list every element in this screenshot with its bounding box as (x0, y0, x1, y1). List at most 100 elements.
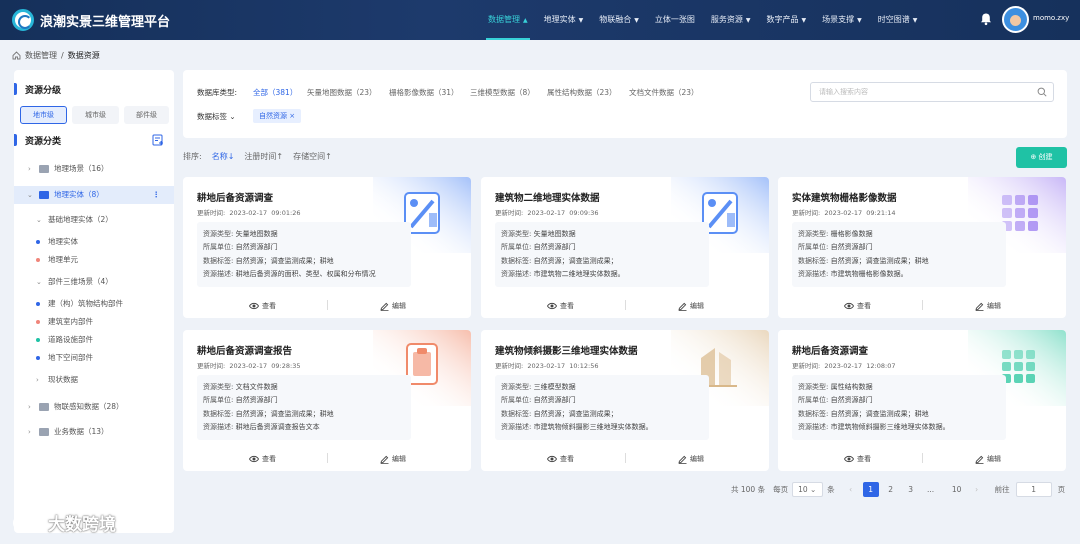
tree-item-iot-data[interactable]: › 物联感知数据（28） (14, 398, 174, 416)
tree-item-building-structure[interactable]: 建（构）筑物结构部件 (14, 295, 174, 313)
db-type-all[interactable]: 全部（381） (253, 87, 297, 98)
page-3[interactable]: 3 (903, 482, 919, 497)
view-button[interactable]: 查看 (249, 301, 276, 311)
page-2[interactable]: 2 (883, 482, 899, 497)
nav-geo-entity[interactable]: 地理实体 ▼ (536, 0, 592, 40)
view-button[interactable]: 查看 (547, 301, 574, 311)
edit-button[interactable]: 编辑 (678, 454, 704, 464)
card-title[interactable]: 建筑物倾斜摄影三维地理实体数据 (495, 343, 638, 357)
prev-page[interactable]: ‹ (843, 482, 859, 497)
sort-by-register-time[interactable]: 注册时间↑ (244, 151, 283, 162)
tree-item-component-scene[interactable]: ⌄ 部件三维场景（4） (14, 273, 174, 291)
card-updated: 更新时间: 2023-02-17 09:28:35 (197, 362, 301, 370)
card-title[interactable]: 建筑物二维地理实体数据 (495, 190, 600, 204)
create-button[interactable]: ⊕ 创建 (1016, 147, 1067, 168)
db-type-raster[interactable]: 栅格影像数据（31） (389, 87, 459, 98)
tree-item-geo-scene[interactable]: › 地理场景（16） (14, 160, 174, 178)
chevron-right-icon: › (28, 428, 31, 436)
logo-icon (12, 9, 34, 31)
tree-item-geo-unit[interactable]: 地理单元 (14, 251, 174, 269)
db-type-3d-model[interactable]: 三维模型数据（8） (470, 87, 535, 98)
data-tag-dropdown[interactable]: 数据标签 ⌄ (197, 111, 236, 122)
card-title[interactable]: 耕地后备资源调查 (792, 343, 868, 357)
edit-button[interactable]: 编辑 (678, 301, 704, 311)
tree-item-geo-entity[interactable]: ⌄ 地理实体（8） ⋮ (14, 186, 174, 204)
sort-by-storage[interactable]: 存储空间↑ (293, 151, 332, 162)
search-input[interactable] (811, 83, 1021, 101)
resource-card[interactable]: 耕地后备资源调查报告 更新时间: 2023-02-17 09:28:35 资源类型:… (183, 330, 471, 471)
nav-data-management[interactable]: 数据管理 ▲ (480, 0, 536, 40)
per-page-unit: 条 (827, 485, 835, 494)
chevron-down-icon: ▼ (801, 17, 807, 24)
avatar[interactable] (1002, 6, 1029, 33)
resource-card[interactable]: 实体建筑物栅格影像数据 更新时间: 2023-02-17 09:21:14 资源类型… (778, 177, 1066, 318)
card-updated: 更新时间: 2023-02-17 09:09:36 (495, 209, 599, 217)
next-page[interactable]: › (969, 482, 985, 497)
card-updated: 更新时间: 2023-02-17 09:21:14 (792, 209, 896, 217)
eye-icon (249, 302, 259, 310)
tree-item-basic-geo-entity[interactable]: ⌄ 基础地理实体（2） (14, 211, 174, 229)
level-town[interactable]: 城市级 (72, 106, 119, 124)
edit-button[interactable]: 编辑 (975, 301, 1001, 311)
page-unit: 页 (1057, 485, 1066, 494)
page-1[interactable]: 1 (862, 482, 879, 497)
goto-label: 前往 (994, 485, 1010, 494)
nav-spatiotemporal-graph[interactable]: 时空图谱 ▼ (870, 0, 926, 40)
tag-chip[interactable]: 自然资源 × (253, 109, 302, 123)
level-component[interactable]: 部件级 (124, 106, 169, 124)
add-category-icon[interactable] (152, 134, 164, 146)
view-button[interactable]: 查看 (249, 454, 276, 464)
db-type-vector[interactable]: 矢量地图数据（23） (307, 87, 377, 98)
nav-3d-map[interactable]: 立体一张图 (647, 0, 703, 40)
goto-input[interactable]: 1 (1015, 482, 1052, 497)
eye-icon (547, 302, 557, 310)
tree-item-geo-entity-leaf[interactable]: 地理实体 (14, 233, 174, 251)
view-button[interactable]: 查看 (547, 454, 574, 464)
resource-card[interactable]: 耕地后备资源调查 更新时间: 2023-02-17 12:08:07 资源类型: 属… (778, 330, 1066, 471)
search-box (810, 82, 1054, 102)
edit-button[interactable]: 编辑 (380, 454, 406, 464)
page-10[interactable]: 10 (949, 482, 965, 497)
resource-card[interactable]: 耕地后备资源调查 更新时间: 2023-02-17 09:01:26 资源类型: 矢… (183, 177, 471, 318)
chevron-down-icon: ▼ (857, 17, 862, 24)
edit-button[interactable]: 编辑 (975, 454, 1001, 464)
resource-card[interactable]: 建筑物二维地理实体数据 更新时间: 2023-02-17 09:09:36 资源类型… (481, 177, 769, 318)
resource-card[interactable]: 建筑物倾斜摄影三维地理实体数据 更新时间: 2023-02-17 10:12:56… (481, 330, 769, 471)
per-page-select[interactable]: 10 ⌄ (792, 482, 824, 497)
nav-service-resources[interactable]: 服务资源 ▼ (703, 0, 759, 40)
close-icon[interactable]: × (289, 112, 295, 120)
username[interactable]: momo.zxy (1033, 14, 1069, 22)
db-type-attribute[interactable]: 属性结构数据（23） (547, 87, 617, 98)
nav-scene-support[interactable]: 场景支撑 ▼ (814, 0, 870, 40)
db-type-document[interactable]: 文档文件数据（23） (629, 87, 699, 98)
chevron-down-icon: ▼ (634, 17, 639, 24)
sort-by-name[interactable]: 名称↓ (212, 151, 235, 162)
chevron-down-icon: ▼ (578, 17, 584, 24)
card-info: 资源类型: 三维模型数据 所属单位: 自然资源部门 数据标签: 自然资源；调查监测成… (495, 375, 709, 440)
nav-iot-fusion[interactable]: 物联融合 ▼ (591, 0, 647, 40)
more-icon[interactable]: ⋮ (153, 186, 161, 204)
breadcrumb: 数据管理 / 数据资源 (12, 50, 100, 61)
edit-icon (678, 302, 687, 311)
card-title[interactable]: 耕地后备资源调查报告 (197, 343, 292, 357)
chevron-right-icon: › (28, 165, 31, 173)
tree-item-road-facility[interactable]: 道路设施部件 (14, 331, 174, 349)
level-city[interactable]: 地市级 (20, 106, 67, 124)
edit-icon (678, 455, 687, 464)
watermark-logo-icon (13, 514, 38, 531)
tree-item-current-data[interactable]: › 现状数据 (14, 371, 174, 389)
view-button[interactable]: 查看 (844, 301, 871, 311)
card-title[interactable]: 实体建筑物栅格影像数据 (792, 190, 897, 204)
tree-item-building-indoor[interactable]: 建筑室内部件 (14, 313, 174, 331)
view-button[interactable]: 查看 (844, 454, 871, 464)
breadcrumb-home[interactable]: 数据管理 (25, 50, 57, 61)
bell-icon[interactable] (979, 12, 993, 26)
nav-digital-products[interactable]: 数字产品 ▼ (759, 0, 815, 40)
card-title[interactable]: 耕地后备资源调查 (197, 190, 273, 204)
search-icon[interactable] (1037, 87, 1047, 97)
top-bar: 浪潮实景三维管理平台 数据管理 ▲ 地理实体 ▼ 物联融合 ▼ 立体一张图 服务资源 ▼… (0, 0, 1080, 40)
folder-icon (39, 165, 49, 173)
tree-item-underground-space[interactable]: 地下空间部件 (14, 349, 174, 367)
tree-item-business-data[interactable]: › 业务数据（13） (14, 423, 174, 441)
edit-button[interactable]: 编辑 (380, 301, 406, 311)
